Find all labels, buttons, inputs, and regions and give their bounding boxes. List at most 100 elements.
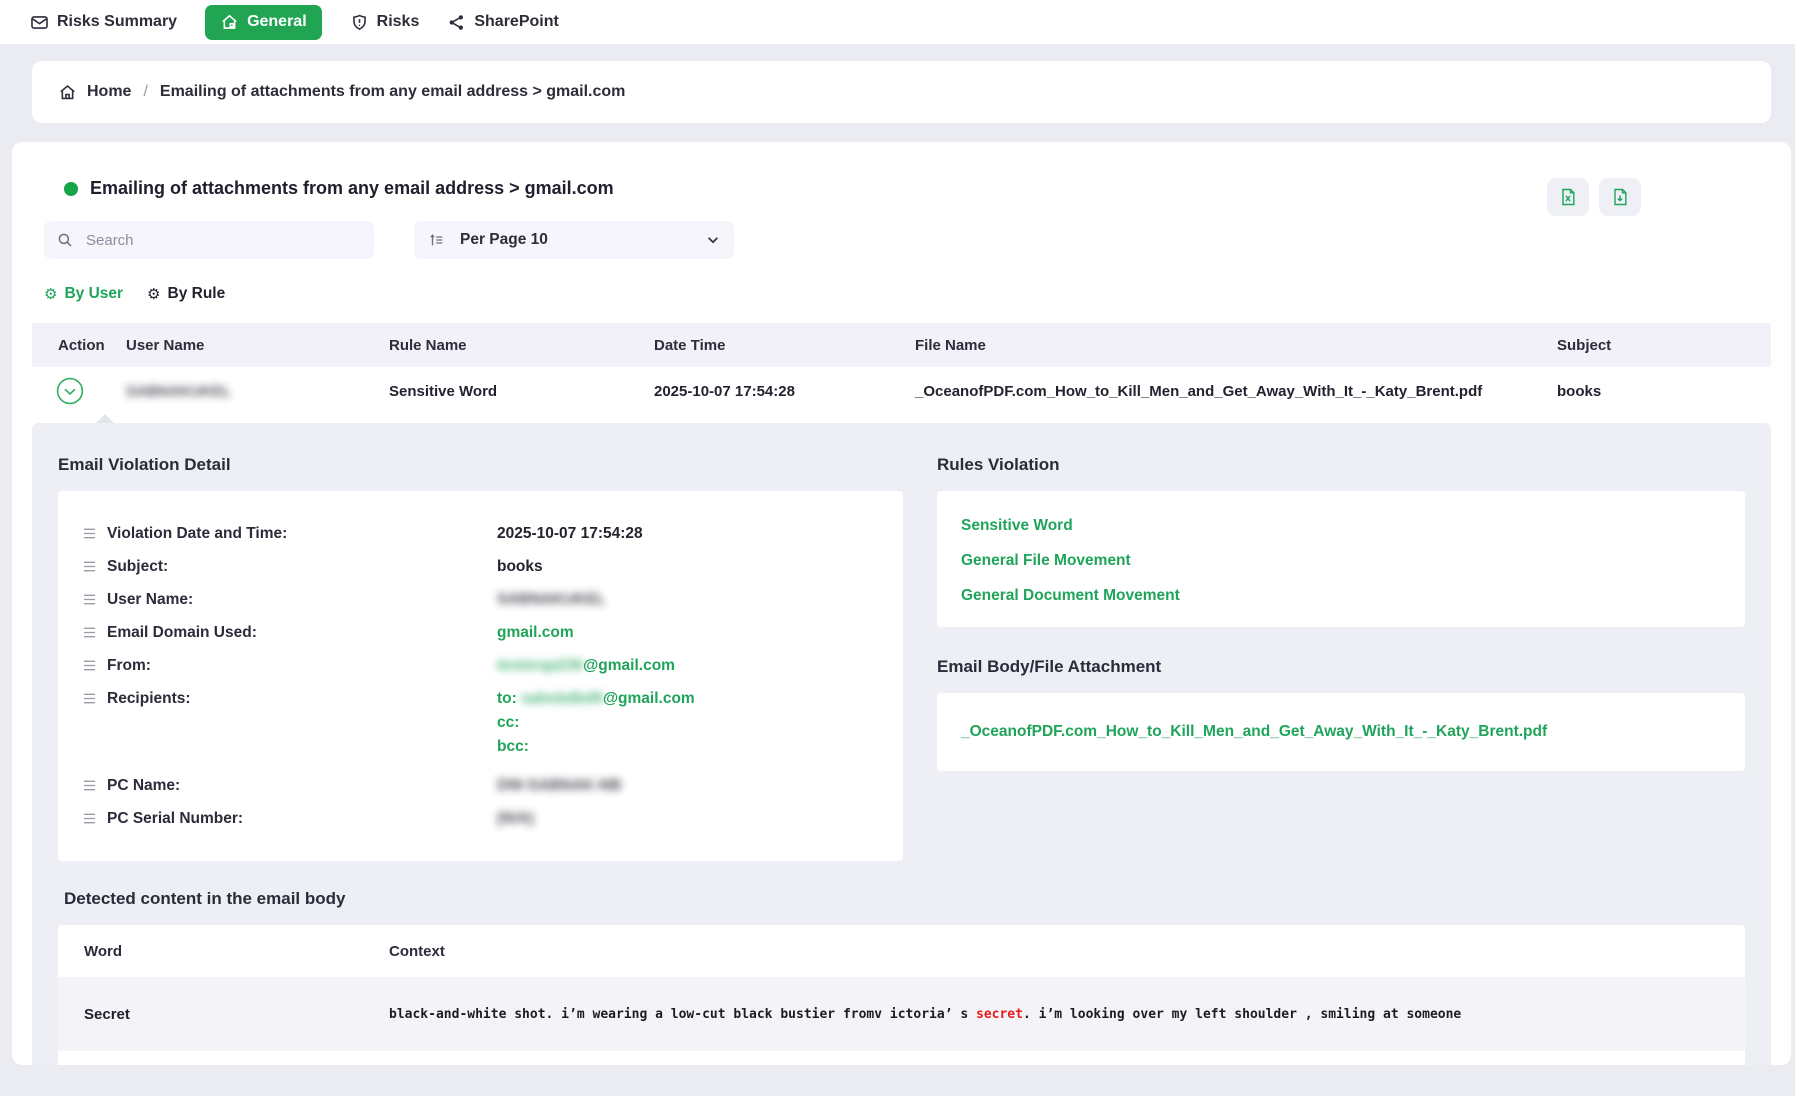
violations-table: Action User Name Rule Name Date Time Fil… — [32, 323, 1771, 415]
table-row: SABNAKUKEL Sensitive Word 2025-10-07 17:… — [32, 367, 1771, 415]
hamburger-icon — [82, 692, 97, 705]
field-user-name: User Name: SABNAKUKEL — [82, 583, 879, 616]
detected-row: Internal about eating and drinking in fr… — [58, 1051, 1745, 1065]
col-header-word: Word — [58, 943, 363, 960]
title-row: Emailing of attachments from any email a… — [64, 178, 1771, 199]
nav-risks[interactable]: Risks — [350, 13, 420, 32]
home-icon — [58, 83, 77, 102]
share-icon — [447, 13, 466, 32]
search-input[interactable] — [86, 232, 362, 249]
detected-row: Secret black-and-white shot. i’m wearing… — [58, 977, 1745, 1051]
nav-label: SharePoint — [474, 13, 558, 31]
recipient-to-redacted: sabsbdbd9 — [521, 690, 603, 707]
export-buttons — [1547, 178, 1641, 216]
col-header-context: Context — [363, 943, 1745, 960]
highlighted-word: secret — [976, 1007, 1023, 1022]
hamburger-icon — [82, 659, 97, 672]
nav-general[interactable]: General — [205, 5, 322, 40]
nav-risks-summary[interactable]: Risks Summary — [30, 13, 177, 32]
rules-violation-section: Rules Violation Sensitive Word General F… — [937, 447, 1745, 861]
per-page-value: Per Page 10 — [460, 231, 692, 249]
nav-label: General — [247, 13, 307, 31]
field-label: PC Serial Number: — [107, 810, 243, 828]
section-title: Email Body/File Attachment — [937, 657, 1745, 677]
tab-label: By User — [64, 285, 123, 303]
field-label: User Name: — [107, 591, 193, 609]
hamburger-icon — [82, 593, 97, 606]
detected-header-row: Word Context — [58, 925, 1745, 977]
rule-link[interactable]: General File Movement — [961, 552, 1721, 570]
col-header-file-name: File Name — [901, 337, 1543, 354]
breadcrumb-home-link[interactable]: Home — [87, 83, 131, 101]
section-title: Rules Violation — [937, 455, 1745, 475]
expand-row-button[interactable] — [56, 377, 84, 405]
scrollbar-track[interactable] — [1795, 0, 1803, 1096]
view-tabs: ⚙ By User ⚙ By Rule — [44, 285, 1771, 303]
field-label: Recipients: — [107, 690, 191, 708]
nav-label: Risks — [377, 13, 420, 31]
field-label: From: — [107, 657, 151, 675]
violation-detail-panel: Violation Date and Time: 2025-10-07 17:5… — [58, 491, 903, 861]
detected-word: Secret — [58, 1006, 363, 1023]
per-page-select[interactable]: Per Page 10 — [414, 221, 734, 259]
cell-date-time: 2025-10-07 17:54:28 — [640, 383, 901, 400]
tab-by-user[interactable]: ⚙ By User — [44, 285, 123, 303]
field-pc-serial: PC Serial Number: (N/A) — [82, 802, 879, 835]
field-label: Violation Date and Time: — [107, 525, 287, 543]
search-icon — [56, 231, 74, 249]
envelope-icon — [30, 13, 49, 32]
hamburger-icon — [82, 560, 97, 573]
col-header-action: Action — [32, 337, 112, 354]
hamburger-icon — [82, 779, 97, 792]
col-header-user-name: User Name — [112, 337, 375, 354]
export-excel-icon — [1558, 187, 1578, 207]
page-title: Emailing of attachments from any email a… — [90, 178, 614, 199]
field-label: Subject: — [107, 558, 168, 576]
hamburger-icon — [82, 812, 97, 825]
attachment-panel: _OceanofPDF.com_How_to_Kill_Men_and_Get_… — [937, 693, 1745, 771]
cell-user-name-redacted: SABNAKUKEL — [126, 383, 231, 400]
recipient-bcc: bcc: — [497, 738, 879, 756]
recipient-cc: cc: — [497, 714, 879, 732]
field-value: 2025-10-07 17:54:28 — [497, 525, 879, 543]
export-pdf-icon — [1610, 187, 1630, 207]
detected-context: black-and-white shot. i’m wearing a low-… — [363, 1007, 1745, 1022]
detected-content-title: Detected content in the email body — [64, 889, 1745, 909]
tab-label: By Rule — [168, 285, 226, 303]
nav-sharepoint[interactable]: SharePoint — [447, 13, 558, 32]
row-detail-panel: Email Violation Detail Violation Date an… — [32, 423, 1771, 1065]
field-recipients: Recipients: to: sabsbdbd9@gmail.com cc: … — [82, 682, 879, 769]
field-label: Email Domain Used: — [107, 624, 257, 642]
tab-by-rule[interactable]: ⚙ By Rule — [147, 285, 225, 303]
toolbar: Per Page 10 — [44, 221, 1771, 259]
table-header-row: Action User Name Rule Name Date Time Fil… — [32, 323, 1771, 367]
recipient-to-domain: @gmail.com — [603, 690, 695, 707]
rule-link[interactable]: General Document Movement — [961, 587, 1721, 605]
field-value: gmail.com — [497, 624, 879, 642]
breadcrumb: Home / Emailing of attachments from any … — [32, 61, 1771, 123]
field-label: PC Name: — [107, 777, 180, 795]
from-address-redacted: testerqa236 — [497, 657, 583, 674]
recipient-to: to: sabsbdbd9@gmail.com — [497, 690, 879, 708]
col-header-subject: Subject — [1543, 337, 1771, 354]
chevron-down-circle-icon — [56, 377, 84, 405]
field-value: books — [497, 558, 879, 576]
rules-violation-panel: Sensitive Word General File Movement Gen… — [937, 491, 1745, 627]
detail-pointer — [96, 414, 114, 423]
gear-icon: ⚙ — [44, 287, 57, 302]
rule-link[interactable]: Sensitive Word — [961, 517, 1721, 535]
field-value-redacted: (N/A) — [497, 810, 534, 827]
attachment-file-link[interactable]: _OceanofPDF.com_How_to_Kill_Men_and_Get_… — [961, 723, 1547, 741]
cell-file-name: _OceanofPDF.com_How_to_Kill_Men_and_Get_… — [901, 383, 1543, 400]
export-excel-button[interactable] — [1547, 178, 1589, 216]
export-pdf-button[interactable] — [1599, 178, 1641, 216]
hamburger-icon — [82, 527, 97, 540]
cell-rule-name: Sensitive Word — [375, 383, 640, 400]
hamburger-icon — [82, 626, 97, 639]
col-header-rule-name: Rule Name — [375, 337, 640, 354]
from-address-domain: @gmail.com — [583, 657, 675, 674]
report-card: Emailing of attachments from any email a… — [12, 142, 1791, 1065]
breadcrumb-current: Emailing of attachments from any email a… — [160, 83, 625, 101]
email-violation-detail-section: Email Violation Detail Violation Date an… — [58, 447, 903, 861]
chevron-down-icon — [706, 233, 720, 247]
